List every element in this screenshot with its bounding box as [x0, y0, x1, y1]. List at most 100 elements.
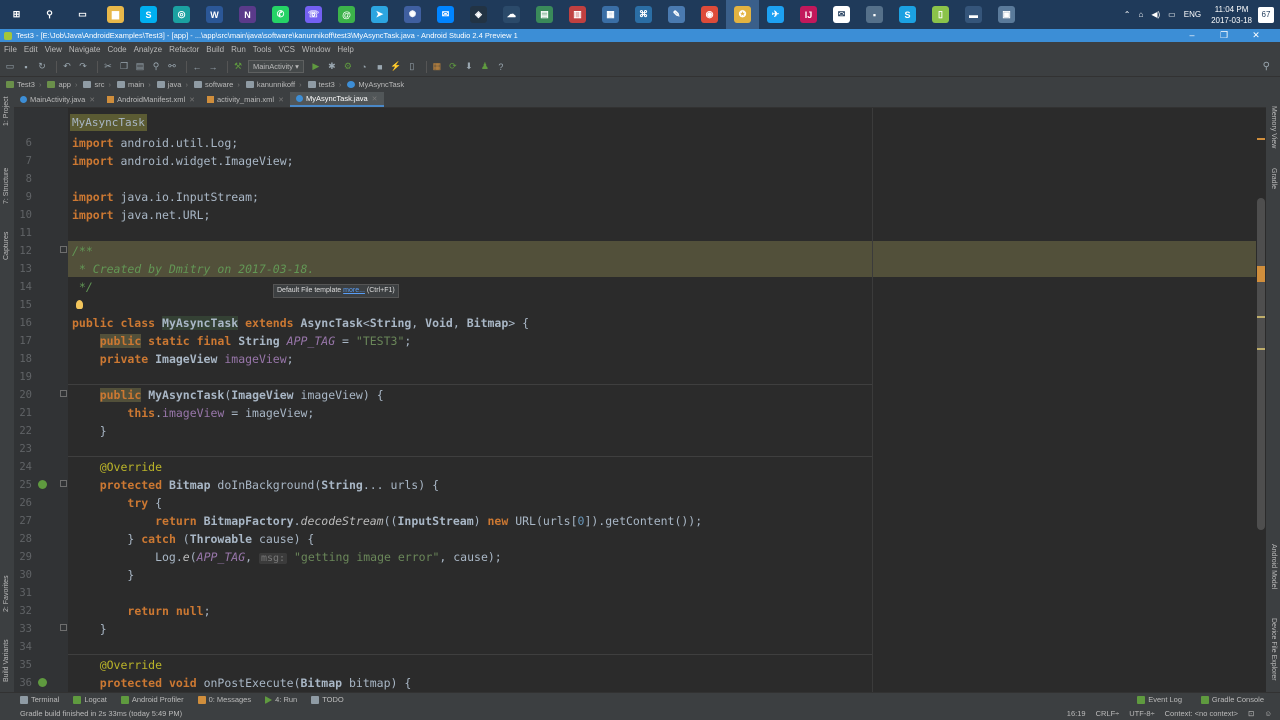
undo-icon[interactable]: ↶	[61, 61, 73, 73]
lightbulb-intention-icon[interactable]	[76, 300, 83, 309]
chevron-up-icon[interactable]: ⌃	[1124, 10, 1131, 19]
menu-item-analyze[interactable]: Analyze	[134, 45, 162, 54]
avd-manager-icon[interactable]: ▯	[406, 61, 418, 73]
maximize-button[interactable]: ❐	[1208, 29, 1240, 42]
taskbar-button[interactable]: ⌘	[627, 0, 660, 29]
caret-position[interactable]: 16:19	[1067, 709, 1086, 718]
taskbar-button[interactable]: ◈	[462, 0, 495, 29]
menu-item-code[interactable]: Code	[107, 45, 126, 54]
menu-item-run[interactable]: Run	[231, 45, 246, 54]
menu-item-view[interactable]: View	[45, 45, 62, 54]
tool-captures[interactable]: Captures	[3, 232, 10, 260]
network-icon[interactable]: ⌂	[1139, 10, 1144, 19]
nav-crumb[interactable]: kanunnikoff ›	[245, 80, 302, 89]
clock[interactable]: 11:04 PM 2017-03-18	[1211, 4, 1252, 26]
terminal-tool-button[interactable]: Terminal	[20, 695, 59, 704]
menu-item-edit[interactable]: Edit	[24, 45, 38, 54]
close-tab-icon[interactable]: ✕	[372, 95, 378, 103]
taskbar-button[interactable]: ⊞	[0, 0, 33, 29]
nav-crumb[interactable]: Test3 ›	[6, 80, 41, 89]
class-breadcrumb[interactable]: MyAsyncTask	[70, 114, 147, 131]
taskbar-button[interactable]: N	[231, 0, 264, 29]
editor-tab[interactable]: MainActivity.java ✕	[14, 92, 101, 107]
language-indicator[interactable]: ENG	[1184, 10, 1201, 19]
messages-tool-button[interactable]: 0: Messages	[197, 695, 251, 704]
context-indicator[interactable]: Context: <no context>	[1165, 709, 1238, 718]
forward-icon[interactable]: →	[207, 61, 219, 73]
nav-crumb[interactable]: MyAsyncTask	[347, 80, 404, 89]
minimize-button[interactable]: –	[1176, 29, 1208, 42]
search-everywhere-icon[interactable]: ⚲	[1263, 61, 1270, 72]
find-icon[interactable]: ⚲	[150, 61, 162, 73]
android-device-monitor-icon[interactable]: ♟	[479, 61, 491, 73]
taskbar-button[interactable]: @	[330, 0, 363, 29]
taskbar-button[interactable]: ☁	[495, 0, 528, 29]
tool-device-file-explorer[interactable]: Device File Explorer	[1270, 618, 1277, 681]
paste-icon[interactable]: ▤	[134, 61, 146, 73]
taskbar-button[interactable]: ▪	[858, 0, 891, 29]
run-icon[interactable]: ▶	[310, 61, 322, 73]
taskbar-button[interactable]: ☏	[297, 0, 330, 29]
replace-icon[interactable]: ⚯	[166, 61, 178, 73]
logcat-tool-button[interactable]: Logcat	[73, 695, 107, 704]
event-log-tool-button[interactable]: Event Log	[1137, 695, 1182, 704]
status-message[interactable]: Gradle build finished in 2s 33ms (today …	[20, 709, 182, 718]
gradle-sync-icon[interactable]: ⟳	[447, 61, 459, 73]
save-all-icon[interactable]: ▪	[20, 61, 32, 73]
menu-item-navigate[interactable]: Navigate	[69, 45, 101, 54]
override-marker-icon[interactable]	[38, 480, 47, 489]
project-structure-icon[interactable]: ▦	[431, 61, 443, 73]
taskbar-button[interactable]: ✈	[759, 0, 792, 29]
fold-toggle-icon[interactable]	[60, 480, 67, 487]
taskbar-button[interactable]: ▯	[924, 0, 957, 29]
cut-icon[interactable]: ✂	[102, 61, 114, 73]
sdk-manager-icon[interactable]: ⬇	[463, 61, 475, 73]
tool-project[interactable]: 1: Project	[3, 96, 10, 126]
taskbar-button[interactable]: ➤	[363, 0, 396, 29]
close-tab-icon[interactable]: ✕	[278, 96, 284, 104]
tooltip-more-link[interactable]: more...	[343, 287, 365, 294]
file-encoding[interactable]: UTF-8÷	[1129, 709, 1154, 718]
editor-tab[interactable]: activity_main.xml ✕	[201, 92, 290, 107]
help-icon[interactable]: ?	[495, 61, 507, 73]
tool-favorites[interactable]: 2: Favorites	[3, 575, 10, 612]
gradle-console-tool-button[interactable]: Gradle Console	[1200, 695, 1264, 704]
taskbar-button[interactable]: ◎	[165, 0, 198, 29]
taskbar-button[interactable]: S	[891, 0, 924, 29]
taskbar-button[interactable]: S	[132, 0, 165, 29]
attach-debugger-icon[interactable]: ⚙	[342, 61, 354, 73]
nav-crumb[interactable]: app ›	[47, 80, 77, 89]
menu-item-vcs[interactable]: VCS	[278, 45, 294, 54]
lock-icon[interactable]: ⊡	[1248, 709, 1254, 718]
taskbar-button[interactable]: ▭	[66, 0, 99, 29]
close-tab-icon[interactable]: ✕	[189, 96, 195, 104]
battery-icon[interactable]: ▭	[1168, 10, 1176, 19]
tool-structure[interactable]: 7: Structure	[3, 168, 10, 204]
tool-memory-view[interactable]: Memory View	[1270, 106, 1277, 148]
menu-item-file[interactable]: File	[4, 45, 17, 54]
taskbar-button[interactable]: ▤	[528, 0, 561, 29]
taskbar-button[interactable]: ⚲	[33, 0, 66, 29]
hector-icon[interactable]: ☺	[1264, 709, 1272, 718]
copy-icon[interactable]: ❐	[118, 61, 130, 73]
nav-crumb[interactable]: test3 ›	[307, 80, 341, 89]
profile-icon[interactable]: ◔	[358, 61, 370, 73]
sync-icon[interactable]: ↻	[36, 61, 48, 73]
taskbar-button[interactable]: ▆	[99, 0, 132, 29]
fold-toggle-icon[interactable]	[60, 390, 67, 397]
taskbar-button[interactable]: ✉	[825, 0, 858, 29]
redo-icon[interactable]: ↷	[77, 61, 89, 73]
back-icon[interactable]: ←	[191, 61, 203, 73]
editor-scrollbar-thumb[interactable]	[1257, 198, 1265, 530]
taskbar-button[interactable]: IJ	[792, 0, 825, 29]
run-tool-button[interactable]: 4: Run	[265, 695, 297, 704]
volume-icon[interactable]: ◀)	[1151, 10, 1160, 19]
stripe-mark[interactable]	[1257, 316, 1265, 318]
close-tab-icon[interactable]: ✕	[89, 96, 95, 104]
apply-changes-icon[interactable]: ⚡	[390, 61, 402, 73]
taskbar-button[interactable]: ✆	[264, 0, 297, 29]
taskbar-button[interactable]: ▦	[594, 0, 627, 29]
line-separator[interactable]: CRLF÷	[1096, 709, 1120, 718]
todo-tool-button[interactable]: TODO	[311, 695, 344, 704]
override-marker-icon[interactable]	[38, 678, 47, 687]
